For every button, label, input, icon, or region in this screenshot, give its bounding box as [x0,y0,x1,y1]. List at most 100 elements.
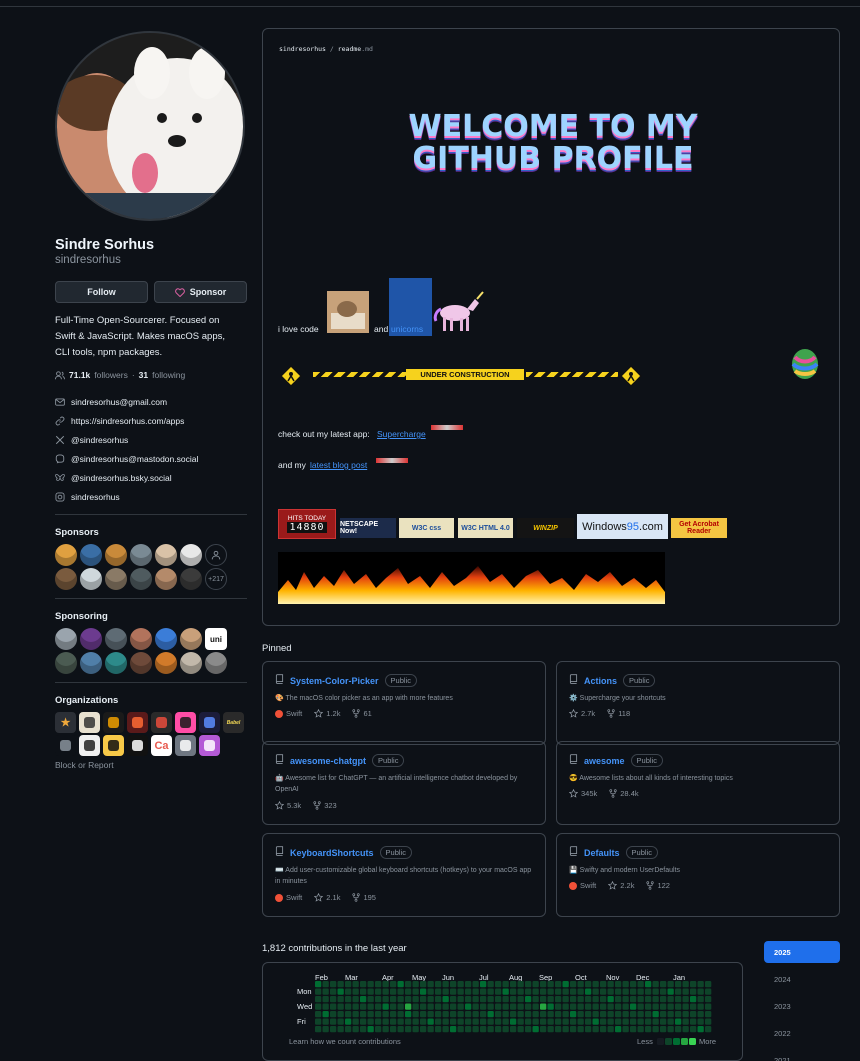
contribution-day-cell[interactable] [397,1003,404,1010]
contribution-day-cell[interactable] [375,981,382,988]
contribution-day-cell[interactable] [615,1011,622,1018]
contribution-day-cell[interactable] [352,981,359,988]
contribution-day-cell[interactable] [412,1026,419,1033]
contribution-day-cell[interactable] [322,1011,329,1018]
contribution-day-cell[interactable] [682,981,689,988]
unicorns-link[interactable]: unicorns [391,324,423,334]
contribution-day-cell[interactable] [360,996,367,1003]
organization-avatar[interactable] [127,712,148,733]
contribution-day-cell[interactable] [577,1018,584,1025]
contribution-day-cell[interactable] [472,1018,479,1025]
contribution-day-cell[interactable] [577,1026,584,1033]
contribution-day-cell[interactable] [600,996,607,1003]
pinned-repo-card[interactable]: awesome Public 😎 Awesome lists about all k… [556,741,840,825]
contribution-day-cell[interactable] [660,981,667,988]
contribution-day-cell[interactable] [315,981,322,988]
contribution-day-cell[interactable] [487,1026,494,1033]
contribution-day-cell[interactable] [450,1018,457,1025]
contribution-day-cell[interactable] [360,1011,367,1018]
contribution-day-cell[interactable] [667,1018,674,1025]
sponsoring-avatar[interactable] [130,628,152,650]
contribution-day-cell[interactable] [585,988,592,995]
contribution-day-cell[interactable] [390,1003,397,1010]
contribution-day-cell[interactable] [675,996,682,1003]
contribution-day-cell[interactable] [435,1026,442,1033]
contribution-day-cell[interactable] [502,1011,509,1018]
contribution-day-cell[interactable] [555,988,562,995]
contribution-day-cell[interactable] [337,1003,344,1010]
contribution-day-cell[interactable] [487,1018,494,1025]
contribution-day-cell[interactable] [697,996,704,1003]
contribution-day-cell[interactable] [660,1003,667,1010]
contribution-day-cell[interactable] [622,1018,629,1025]
contribution-day-cell[interactable] [480,988,487,995]
contribution-day-cell[interactable] [645,981,652,988]
contribution-day-cell[interactable] [675,1003,682,1010]
contribution-day-cell[interactable] [450,1011,457,1018]
contribution-day-cell[interactable] [607,996,614,1003]
sponsoring-avatar[interactable] [180,652,202,674]
blog-post-link[interactable]: latest blog post [310,460,367,470]
contribution-day-cell[interactable] [495,996,502,1003]
contribution-day-cell[interactable] [645,996,652,1003]
contribution-day-cell[interactable] [405,1026,412,1033]
sponsoring-avatar[interactable] [205,652,227,674]
contribution-day-cell[interactable] [697,1018,704,1025]
contribution-day-cell[interactable] [330,1011,337,1018]
contribution-day-cell[interactable] [420,1018,427,1025]
contribution-day-cell[interactable] [562,988,569,995]
sponsor-button[interactable]: Sponsor [154,281,247,303]
contribution-day-cell[interactable] [472,1026,479,1033]
contribution-day-cell[interactable] [577,981,584,988]
contribution-day-cell[interactable] [510,988,517,995]
sponsor-avatar[interactable] [80,568,102,590]
contribution-day-cell[interactable] [435,981,442,988]
contribution-day-cell[interactable] [367,988,374,995]
contribution-day-cell[interactable] [525,1003,532,1010]
contribution-day-cell[interactable] [525,988,532,995]
contribution-day-cell[interactable] [592,1011,599,1018]
contribution-day-cell[interactable] [457,1011,464,1018]
repo-stars-link[interactable]: 345k [569,789,597,798]
contribution-day-cell[interactable] [532,988,539,995]
contribution-day-cell[interactable] [570,1003,577,1010]
contribution-day-cell[interactable] [607,1018,614,1025]
contribution-day-cell[interactable] [442,1003,449,1010]
repo-name-link[interactable]: Defaults [584,848,620,858]
contribution-day-cell[interactable] [592,981,599,988]
contribution-day-cell[interactable] [667,981,674,988]
contribution-day-cell[interactable] [705,988,712,995]
contribution-day-cell[interactable] [540,981,547,988]
sponsor-avatar[interactable] [80,544,102,566]
contribution-day-cell[interactable] [675,1026,682,1033]
repo-forks-link[interactable]: 122 [646,881,670,890]
contribution-day-cell[interactable] [637,996,644,1003]
contribution-day-cell[interactable] [547,1026,554,1033]
contribution-day-cell[interactable] [645,1018,652,1025]
contribution-day-cell[interactable] [592,1018,599,1025]
contribution-day-cell[interactable] [465,988,472,995]
contribution-day-cell[interactable] [397,988,404,995]
contribution-day-cell[interactable] [705,1018,712,1025]
contribution-day-cell[interactable] [630,1018,637,1025]
contribution-day-cell[interactable] [420,988,427,995]
contribution-day-cell[interactable] [412,1011,419,1018]
contribution-day-cell[interactable] [532,1011,539,1018]
x-link[interactable]: @sindresorhus [55,430,247,449]
contribution-day-cell[interactable] [660,996,667,1003]
contribution-day-cell[interactable] [555,1018,562,1025]
repo-forks-link[interactable]: 323 [313,801,337,810]
contribution-day-cell[interactable] [652,1018,659,1025]
contribution-day-cell[interactable] [555,1003,562,1010]
contribution-day-cell[interactable] [345,1026,352,1033]
contribution-day-cell[interactable] [585,996,592,1003]
contribution-day-cell[interactable] [420,1026,427,1033]
contribution-day-cell[interactable] [607,1026,614,1033]
contribution-day-cell[interactable] [607,1003,614,1010]
contribution-day-cell[interactable] [667,988,674,995]
contribution-day-cell[interactable] [682,996,689,1003]
readme-owner[interactable]: sindresorhus [279,45,326,53]
contribution-day-cell[interactable] [457,1003,464,1010]
contribution-day-cell[interactable] [592,1026,599,1033]
contribution-day-cell[interactable] [465,1003,472,1010]
